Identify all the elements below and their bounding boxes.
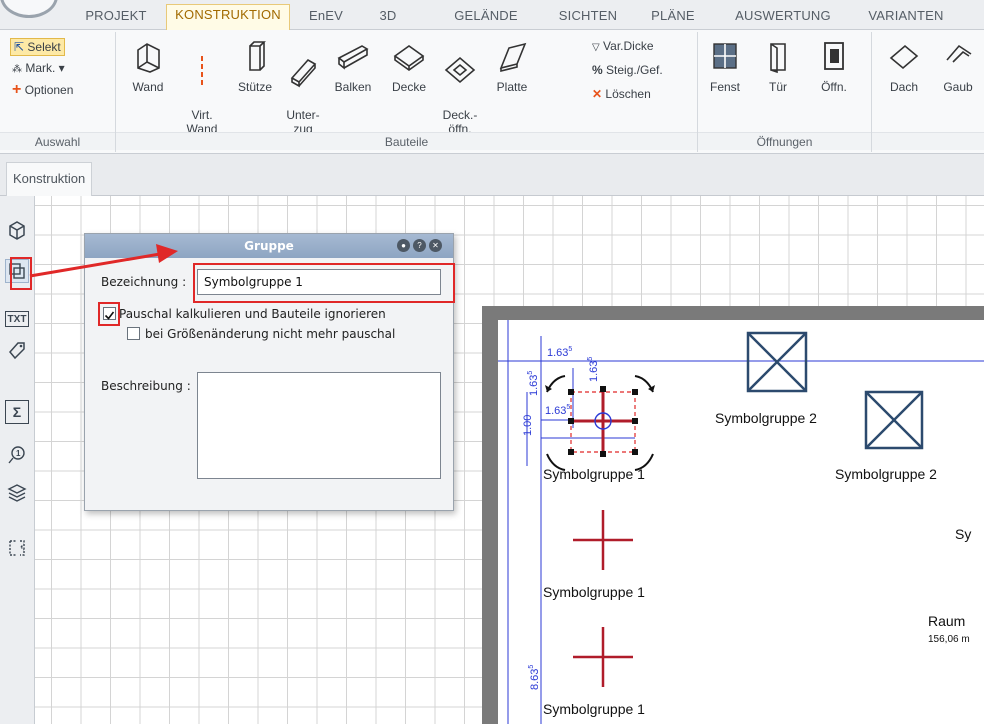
room-interior xyxy=(498,320,984,724)
unterzug-button[interactable]: Unter- zug xyxy=(280,40,326,136)
symbol-group-label: Symbolgruppe 2 xyxy=(715,410,817,426)
group-auswahl: ⇱ Selekt ⁂ Mark. ▾ + Optionen Auswahl xyxy=(0,32,116,152)
document-tab-bar: Konstruktion xyxy=(0,154,984,196)
optionen-button[interactable]: + Optionen xyxy=(12,82,73,98)
window-icon xyxy=(713,43,737,69)
room-label: Raum xyxy=(928,613,965,629)
group-bauteile: Wand Virt. Wand Stütze Unter- zug Balken… xyxy=(116,32,698,152)
virtual-wall-icon xyxy=(201,56,203,86)
pin-icon[interactable]: ● xyxy=(397,239,410,252)
section-frame-icon xyxy=(9,540,25,556)
symbol-group-label: Sy xyxy=(955,526,971,542)
help-icon[interactable]: ? xyxy=(413,239,426,252)
steigung-button[interactable]: % Steig./Gef. xyxy=(592,62,663,78)
door-icon xyxy=(770,43,786,74)
selekt-button[interactable]: ⇱ Selekt xyxy=(10,38,65,56)
symbol-group-label: Symbolgruppe 1 xyxy=(543,584,645,600)
tab-varianten[interactable]: VARIANTEN xyxy=(858,6,954,30)
position-tool-button[interactable]: 1 xyxy=(5,443,29,467)
percent-icon: % xyxy=(592,63,603,77)
layers-tool-button[interactable] xyxy=(5,480,29,504)
tab-gelaende[interactable]: GELÄNDE xyxy=(446,6,526,30)
bezeichnung-label: Bezeichnung : xyxy=(101,275,187,289)
opening-icon xyxy=(824,42,844,70)
layers-icon xyxy=(7,484,27,502)
tab-plaene[interactable]: PLÄNE xyxy=(644,6,702,30)
mark-button[interactable]: ⁂ Mark. ▾ xyxy=(12,60,65,78)
app-window: PROJEKT KONSTRUKTION EnEV 3D GELÄNDE SIC… xyxy=(0,0,984,724)
sigma-icon: Σ xyxy=(12,404,22,420)
plate-icon xyxy=(499,42,527,73)
dormer-icon xyxy=(946,44,972,63)
oeffnung-button[interactable]: Öffn. xyxy=(812,40,856,94)
dach-button[interactable]: Dach xyxy=(882,40,926,94)
deckenoeffnung-button[interactable]: Deck.- öffn. xyxy=(436,40,484,136)
cube-view-button[interactable] xyxy=(5,218,29,242)
groesse-label: bei Größenänderung nicht mehr pauschal xyxy=(145,327,396,341)
tag-icon xyxy=(9,342,25,360)
group-label-oeffnungen: Öffnungen xyxy=(698,132,871,150)
ribbon-tab-bar: PROJEKT KONSTRUKTION EnEV 3D GELÄNDE SIC… xyxy=(0,0,984,30)
fenster-button[interactable]: Fenst xyxy=(702,40,748,94)
loeschen-button[interactable]: ✕ Löschen xyxy=(592,86,651,102)
close-icon[interactable]: ✕ xyxy=(429,239,442,252)
symbol-group-label: Symbolgruppe 1 xyxy=(543,701,645,717)
stuetze-button[interactable]: Stütze xyxy=(232,40,278,94)
text-icon: TXT xyxy=(7,313,27,325)
slab-icon xyxy=(393,45,425,71)
tab-konstruktion-doc[interactable]: Konstruktion xyxy=(6,162,93,196)
balken-button[interactable]: Balken xyxy=(328,40,378,94)
cube-icon xyxy=(9,221,25,240)
beschreibung-label: Beschreibung : xyxy=(101,379,191,393)
position-marker-icon: 1 xyxy=(8,446,25,464)
mark-icon: ⁂ xyxy=(12,64,22,75)
wall-icon xyxy=(137,43,160,73)
triangle-down-icon: ▽ xyxy=(592,42,600,53)
label-tool-button[interactable] xyxy=(5,338,29,362)
symbol-group-label: Symbolgruppe 1 xyxy=(543,466,645,482)
delete-icon: ✕ xyxy=(592,87,603,101)
roof-icon xyxy=(889,44,919,70)
platte-button[interactable]: Platte xyxy=(488,40,536,94)
beschreibung-textarea[interactable] xyxy=(197,372,441,479)
group-label-auswahl: Auswahl xyxy=(0,132,115,150)
application-menu-button[interactable] xyxy=(0,0,58,18)
beam-under-icon xyxy=(290,58,317,88)
column-icon xyxy=(249,41,266,71)
wand-button[interactable]: Wand xyxy=(122,40,174,94)
group-label-dach xyxy=(872,132,984,150)
ribbon: ⇱ Selekt ⁂ Mark. ▾ + Optionen Auswahl Wa… xyxy=(0,30,984,154)
beam-icon xyxy=(337,45,369,70)
cursor-icon: ⇱ xyxy=(14,40,25,54)
tab-3d[interactable]: 3D xyxy=(366,6,410,30)
virt-wand-button[interactable]: Virt. Wand xyxy=(178,40,226,136)
var-dicke-button[interactable]: ▽ Var.Dicke xyxy=(592,38,654,56)
group-label-bauteile: Bauteile xyxy=(116,132,697,150)
pauschal-label: Pauschal kalkulieren und Bauteile ignori… xyxy=(119,307,386,321)
slab-opening-icon xyxy=(444,56,476,84)
groesse-checkbox[interactable] xyxy=(127,327,140,340)
annotation-highlight-tool xyxy=(10,257,32,290)
decke-button[interactable]: Decke xyxy=(386,40,432,94)
dimension-label: 1.00 xyxy=(522,415,534,436)
annotation-highlight-checkbox xyxy=(98,302,120,326)
tab-konstruktion[interactable]: KONSTRUKTION xyxy=(166,4,290,30)
tab-sichten[interactable]: SICHTEN xyxy=(550,6,626,30)
section-tool-button[interactable] xyxy=(5,536,29,560)
room-area: 156,06 m xyxy=(928,634,970,645)
tab-enev[interactable]: EnEV xyxy=(300,6,352,30)
symbol-group-label: Symbolgruppe 2 xyxy=(835,466,937,482)
group-oeffnungen: Fenst Tür Öffn. Öffnungen xyxy=(698,32,872,152)
annotation-highlight-input xyxy=(193,263,455,303)
svg-text:1: 1 xyxy=(16,449,21,458)
plus-icon: + xyxy=(12,81,22,98)
tab-projekt[interactable]: PROJEKT xyxy=(78,6,154,30)
tab-auswertung[interactable]: AUSWERTUNG xyxy=(730,6,836,30)
text-tool-button[interactable]: TXT xyxy=(5,311,29,327)
tuer-button[interactable]: Tür xyxy=(758,40,798,94)
sum-tool-button[interactable]: Σ xyxy=(5,400,29,424)
gaube-button[interactable]: Gaub xyxy=(936,40,980,94)
group-dach: Dach Gaub xyxy=(872,32,984,152)
